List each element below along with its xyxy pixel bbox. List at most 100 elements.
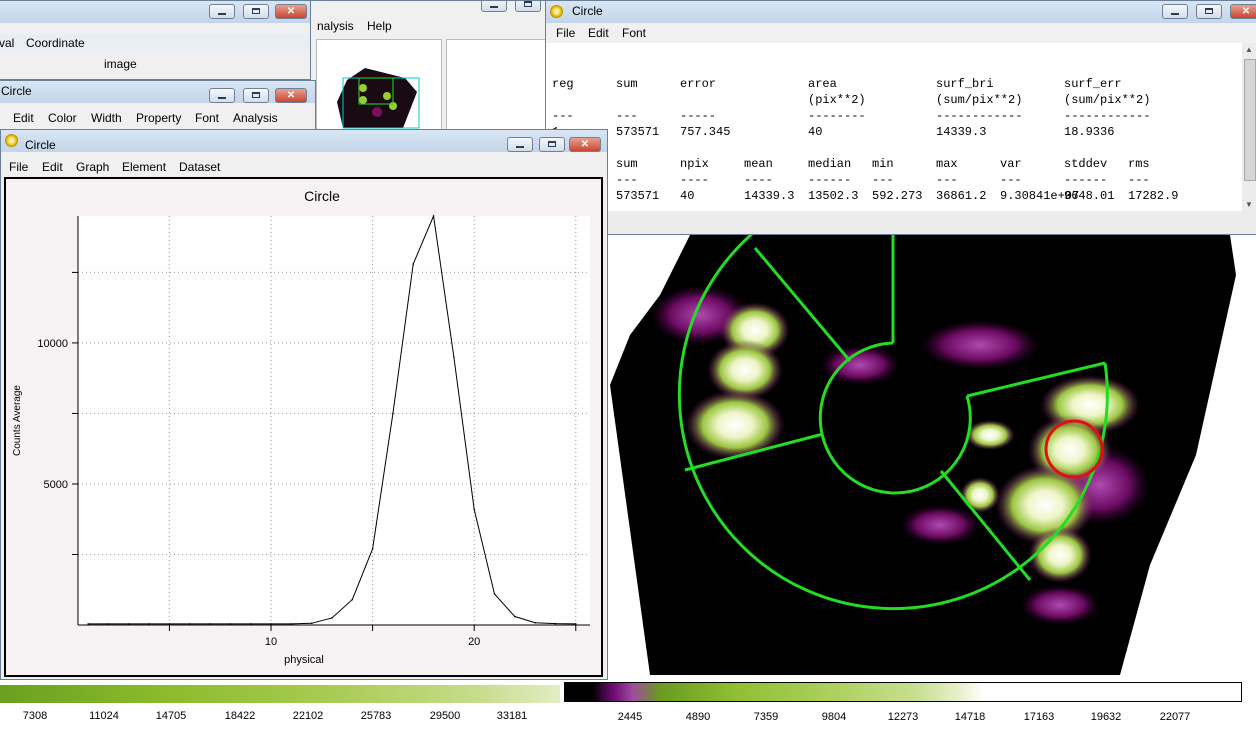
minimize-button[interactable] bbox=[1162, 4, 1188, 19]
maximize-button[interactable] bbox=[243, 88, 269, 103]
hdr2-median: median bbox=[808, 157, 852, 171]
maximize-button[interactable] bbox=[243, 4, 269, 19]
hdr2-max: max bbox=[936, 157, 958, 171]
val2-stddev: 9648.01 bbox=[1064, 189, 1115, 203]
x-tick-label: 10 bbox=[265, 636, 277, 648]
data-point bbox=[432, 215, 435, 217]
menu-edit[interactable]: Edit bbox=[13, 111, 34, 125]
hdr2-min: min bbox=[872, 157, 894, 171]
data-point bbox=[229, 623, 232, 625]
menu-graph[interactable]: Graph bbox=[76, 160, 109, 174]
window-plot: Circle ✕ File Edit Graph Element Dataset… bbox=[0, 129, 608, 680]
data-point bbox=[351, 598, 354, 601]
maximize-button[interactable] bbox=[539, 137, 565, 152]
colorbar-left-label: 11024 bbox=[89, 710, 119, 722]
minimize-button[interactable] bbox=[481, 1, 507, 12]
window-title: Circle bbox=[1, 84, 32, 98]
scroll-up-arrow[interactable]: ▲ bbox=[1245, 45, 1253, 54]
menu-element[interactable]: Element bbox=[122, 160, 166, 174]
sep-surf-bri: ------------ bbox=[936, 109, 1023, 123]
data-point bbox=[514, 615, 516, 618]
scroll-down-arrow[interactable]: ▼ bbox=[1245, 200, 1253, 209]
magnifier-panel bbox=[446, 39, 548, 129]
data-point bbox=[554, 622, 557, 625]
plot-canvas[interactable]: 10 20 5000 10000 Circle physical Counts Averag… bbox=[4, 177, 603, 677]
data-point bbox=[331, 617, 333, 619]
data-point bbox=[310, 622, 313, 625]
val2-mean: 14339.3 bbox=[744, 189, 795, 203]
sep2-npix: ---- bbox=[680, 173, 709, 187]
val2-npix: 40 bbox=[680, 189, 695, 203]
val-surf-err: 18.9336 bbox=[1064, 125, 1115, 139]
line-chart[interactable]: 10 20 5000 10000 Circle physical Counts Averag… bbox=[6, 179, 601, 675]
menu-file[interactable]: File bbox=[9, 160, 28, 174]
hdr-sum: sum bbox=[616, 77, 638, 91]
colorbar-right-label: 19632 bbox=[1090, 711, 1122, 723]
y-tick-label: 10000 bbox=[37, 338, 68, 350]
scroll-thumb[interactable] bbox=[1244, 59, 1256, 181]
close-button[interactable]: ✕ bbox=[1230, 4, 1256, 19]
sep-error: ----- bbox=[680, 109, 717, 123]
colorbar-left[interactable]: 7308 11024 14705 18422 22102 25783 29500… bbox=[0, 683, 560, 747]
sep2-median: ------ bbox=[808, 173, 852, 187]
window-statistics: Circle ✕ File Edit Font reg sum error ar… bbox=[545, 0, 1256, 235]
colorbar-left-label: 14705 bbox=[155, 710, 187, 722]
menu-file[interactable]: File bbox=[556, 26, 575, 40]
close-button[interactable]: ✕ bbox=[275, 4, 307, 19]
close-button[interactable]: ✕ bbox=[275, 88, 307, 103]
menu-bar: Edit Color Width Property Font Analysis bbox=[0, 109, 315, 127]
sep-area: -------- bbox=[808, 109, 866, 123]
y-axis-label: Counts Average bbox=[12, 385, 23, 456]
menu-edit[interactable]: Edit bbox=[588, 26, 609, 40]
image-label: image bbox=[104, 57, 137, 71]
val2-min: 592.273 bbox=[872, 189, 923, 203]
minimize-button[interactable] bbox=[507, 137, 533, 152]
panner-thumbnail bbox=[337, 68, 420, 129]
data-point bbox=[148, 623, 150, 625]
window-title: Circle bbox=[25, 138, 56, 152]
menu-color[interactable]: Color bbox=[48, 111, 77, 125]
data-point bbox=[87, 623, 89, 625]
menu-font[interactable]: Font bbox=[195, 111, 219, 125]
val2-median: 13502.3 bbox=[808, 189, 859, 203]
data-point bbox=[188, 623, 191, 625]
menu-width[interactable]: Width bbox=[91, 111, 122, 125]
panner-panel[interactable] bbox=[316, 39, 442, 129]
window-ds9-partial: nalysis Help bbox=[310, 0, 550, 130]
sep2-min: --- bbox=[872, 173, 894, 187]
stats-text-area[interactable]: reg sum error area surf_bri surf_err (pi… bbox=[546, 43, 1242, 211]
data-point bbox=[249, 623, 252, 625]
menu-help[interactable]: Help bbox=[367, 19, 392, 33]
menu-property[interactable]: Property bbox=[136, 111, 181, 125]
menu-analysis[interactable]: nalysis bbox=[317, 19, 354, 33]
colorbar-right[interactable]: 2445 4890 7359 9804 12273 14718 17163 19… bbox=[560, 680, 1256, 747]
val2-sum: 573571 bbox=[616, 189, 660, 203]
astro-image[interactable] bbox=[560, 235, 1256, 680]
menu-font[interactable]: Font bbox=[622, 26, 646, 40]
val2-rms: 17282.9 bbox=[1128, 189, 1179, 203]
menu-coordinate[interactable]: Coordinate bbox=[26, 36, 85, 50]
image-frame[interactable] bbox=[560, 235, 1256, 680]
x-tick-label: 20 bbox=[468, 636, 480, 648]
data-point bbox=[371, 548, 374, 550]
data-point bbox=[209, 623, 211, 625]
hdr-surf-bri: surf_bri bbox=[936, 77, 994, 91]
data-point bbox=[270, 623, 272, 625]
data-point bbox=[493, 593, 496, 595]
close-button[interactable]: ✕ bbox=[569, 137, 601, 152]
unit-surf-err: (sum/pix**2) bbox=[1064, 93, 1151, 107]
menu-val[interactable]: val bbox=[0, 36, 14, 50]
minimize-button[interactable] bbox=[209, 4, 235, 19]
horizontal-scrollbar[interactable] bbox=[546, 211, 1256, 234]
minimize-button[interactable] bbox=[209, 88, 235, 103]
maximize-button[interactable] bbox=[515, 1, 541, 12]
maximize-button[interactable] bbox=[1196, 4, 1222, 19]
menu-edit[interactable]: Edit bbox=[42, 160, 63, 174]
menu-bar: nalysis Help bbox=[311, 17, 549, 35]
hdr-surf-err: surf_err bbox=[1064, 77, 1122, 91]
menu-dataset[interactable]: Dataset bbox=[179, 160, 220, 174]
vertical-scrollbar[interactable]: ▲ ▼ bbox=[1242, 43, 1256, 211]
menu-analysis[interactable]: Analysis bbox=[233, 111, 278, 125]
data-point bbox=[168, 623, 171, 625]
colorbar-left-label: 22102 bbox=[292, 710, 324, 722]
